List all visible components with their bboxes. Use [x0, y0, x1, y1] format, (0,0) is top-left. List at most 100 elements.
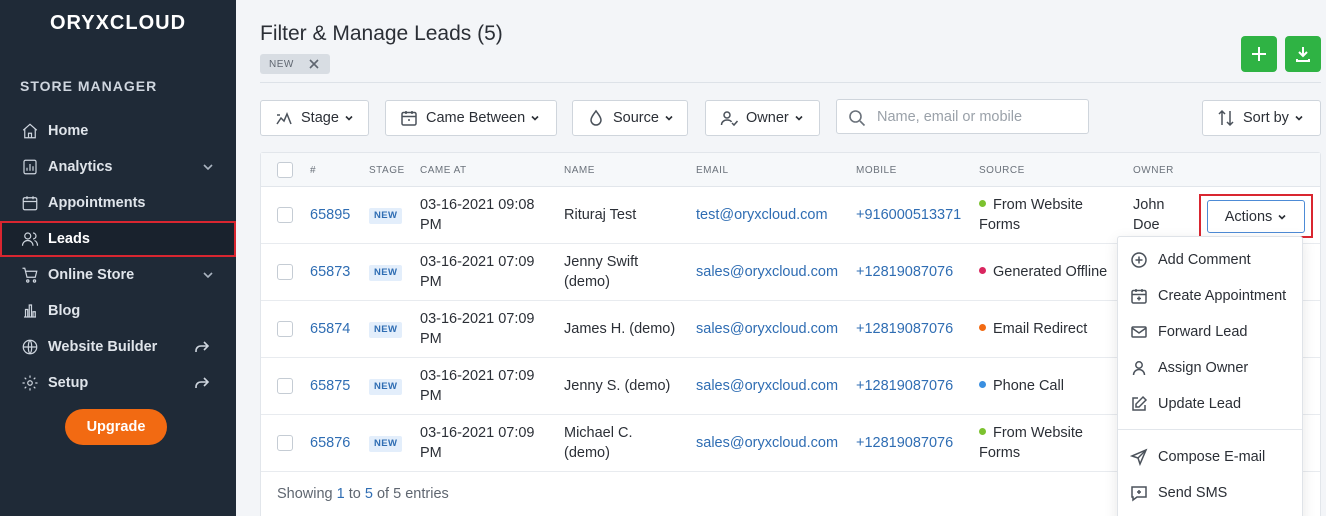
select-all-checkbox[interactable] — [277, 162, 293, 178]
name-cell: Michael C. (demo) — [564, 423, 633, 463]
add-lead-button[interactable] — [1241, 36, 1277, 72]
name-cell: James H. (demo) — [564, 319, 675, 339]
chevron-down-icon — [794, 113, 804, 123]
column-header-came-at[interactable]: CAME AT — [420, 165, 467, 176]
sidebar-item-appointments[interactable]: Appointments — [0, 185, 236, 221]
sidebar-item-setup[interactable]: Setup — [0, 365, 236, 401]
sidebar-item-analytics[interactable]: Analytics — [0, 149, 236, 185]
sidebar-item-leads[interactable]: Leads — [0, 221, 236, 257]
download-button[interactable] — [1285, 36, 1321, 72]
source-filter-button[interactable]: Source — [572, 100, 688, 136]
line-1: 03-16-2021 07:09 — [420, 368, 535, 384]
upgrade-button[interactable]: Upgrade — [65, 409, 167, 445]
source-cell: Phone Call — [979, 376, 1119, 396]
came-at-cell: 03-16-2021 07:09 PM — [420, 423, 535, 463]
lead-id-link[interactable]: 65895 — [310, 205, 350, 225]
sidebar-item-label: Appointments — [48, 195, 146, 211]
column-header-source[interactable]: SOURCE — [979, 165, 1025, 176]
menu-item-compose-email[interactable]: Compose E-mail — [1118, 439, 1302, 475]
sidebar-item-online-store[interactable]: Online Store — [0, 257, 236, 293]
row-checkbox[interactable] — [277, 378, 293, 394]
email-link[interactable]: sales@oryxcloud.com — [696, 262, 838, 282]
stage-icon — [275, 109, 293, 127]
menu-item-add-comment[interactable]: Add Comment — [1118, 242, 1302, 278]
row-checkbox[interactable] — [277, 264, 293, 280]
stage-badge: NEW — [369, 379, 403, 395]
filter-chip-label: NEW — [269, 58, 294, 70]
lead-id-link[interactable]: 65875 — [310, 376, 350, 396]
column-header-mobile[interactable]: MOBILE — [856, 165, 897, 176]
footer-prefix: Showing — [277, 486, 337, 502]
menu-item-forward-lead[interactable]: Forward Lead — [1118, 314, 1302, 350]
sort-by-button[interactable]: Sort by — [1202, 100, 1321, 136]
row-checkbox[interactable] — [277, 207, 293, 223]
column-header-email[interactable]: EMAIL — [696, 165, 729, 176]
menu-item-label: Add Comment — [1158, 252, 1251, 268]
line-1: Email Redirect — [993, 321, 1088, 337]
source-status-dot — [979, 428, 986, 435]
sidebar-item-home[interactable]: Home — [0, 113, 236, 149]
mobile-link[interactable]: +916000513371 — [856, 205, 961, 225]
row-checkbox[interactable] — [277, 321, 293, 337]
line-1: 03-16-2021 09:08 — [420, 197, 535, 213]
stage-badge: NEW — [369, 436, 403, 452]
footer-mid1: to — [344, 486, 365, 502]
sidebar: ORYXCLOUD STORE MANAGER Home Analytics A… — [0, 0, 236, 516]
line-1: 03-16-2021 07:09 — [420, 254, 535, 270]
footer-total: 5 — [393, 486, 402, 502]
lead-id-link[interactable]: 65876 — [310, 433, 350, 453]
column-header-owner[interactable]: OWNER — [1133, 165, 1174, 176]
menu-item-label: Send SMS — [1158, 485, 1228, 501]
edit-icon — [1130, 395, 1148, 413]
table-header: # STAGE CAME AT NAME EMAIL MOBILE SOURCE… — [261, 153, 1320, 187]
email-link[interactable]: sales@oryxcloud.com — [696, 376, 838, 396]
menu-item-send-sms[interactable]: Send SMS — [1118, 475, 1302, 511]
row-checkbox[interactable] — [277, 435, 293, 451]
menu-item-update-lead[interactable]: Update Lead — [1118, 386, 1302, 422]
menu-item-label: Update Lead — [1158, 396, 1242, 412]
email-link[interactable]: test@oryxcloud.com — [696, 205, 828, 225]
email-link[interactable]: sales@oryxcloud.com — [696, 319, 838, 339]
menu-divider — [1118, 429, 1302, 430]
line-1: From Website — [993, 425, 1083, 441]
source-filter-label: Source — [613, 110, 659, 126]
line-2: (demo) — [564, 274, 610, 290]
owner-filter-button[interactable]: Owner — [705, 100, 820, 136]
menu-item-label: Forward Lead — [1158, 324, 1248, 340]
actions-button[interactable]: Actions — [1207, 200, 1305, 233]
calendar-icon — [400, 109, 418, 127]
column-header-id[interactable]: # — [310, 165, 316, 176]
sidebar-item-website-builder[interactable]: Website Builder — [0, 329, 236, 365]
menu-item-create-appointment[interactable]: Create Appointment — [1118, 278, 1302, 314]
mobile-link[interactable]: +12819087076 — [856, 262, 953, 282]
came-between-filter-button[interactable]: Came Between — [385, 100, 557, 136]
menu-item-assign-owner[interactable]: Assign Owner — [1118, 350, 1302, 386]
came-between-filter-label: Came Between — [426, 110, 526, 126]
stage-badge: NEW — [369, 208, 403, 224]
column-header-name[interactable]: NAME — [564, 165, 595, 176]
sidebar-item-label: Leads — [48, 231, 90, 247]
lead-id-link[interactable]: 65873 — [310, 262, 350, 282]
email-link[interactable]: sales@oryxcloud.com — [696, 433, 838, 453]
mobile-link[interactable]: +12819087076 — [856, 433, 953, 453]
user-icon — [1130, 359, 1148, 377]
came-at-cell: 03-16-2021 07:09 PM — [420, 309, 535, 349]
globe-icon — [20, 337, 40, 357]
plus-circle-icon — [1130, 251, 1148, 269]
mobile-link[interactable]: +12819087076 — [856, 319, 953, 339]
sidebar-item-blog[interactable]: Blog — [0, 293, 236, 329]
mobile-link[interactable]: +12819087076 — [856, 376, 953, 396]
lead-id-link[interactable]: 65874 — [310, 319, 350, 339]
line-2: Forms — [979, 445, 1021, 461]
search-input[interactable] — [877, 100, 1082, 133]
close-icon[interactable] — [308, 58, 320, 70]
line-2: PM — [420, 331, 442, 347]
source-status-dot — [979, 381, 986, 388]
source-cell: From Website Forms — [979, 423, 1119, 463]
brand-logo[interactable]: ORYXCLOUD — [0, 12, 236, 35]
column-header-stage[interactable]: STAGE — [369, 165, 405, 176]
analytics-icon — [20, 157, 40, 177]
sort-icon — [1217, 109, 1235, 127]
line-2: PM — [420, 217, 442, 233]
stage-filter-button[interactable]: Stage — [260, 100, 369, 136]
